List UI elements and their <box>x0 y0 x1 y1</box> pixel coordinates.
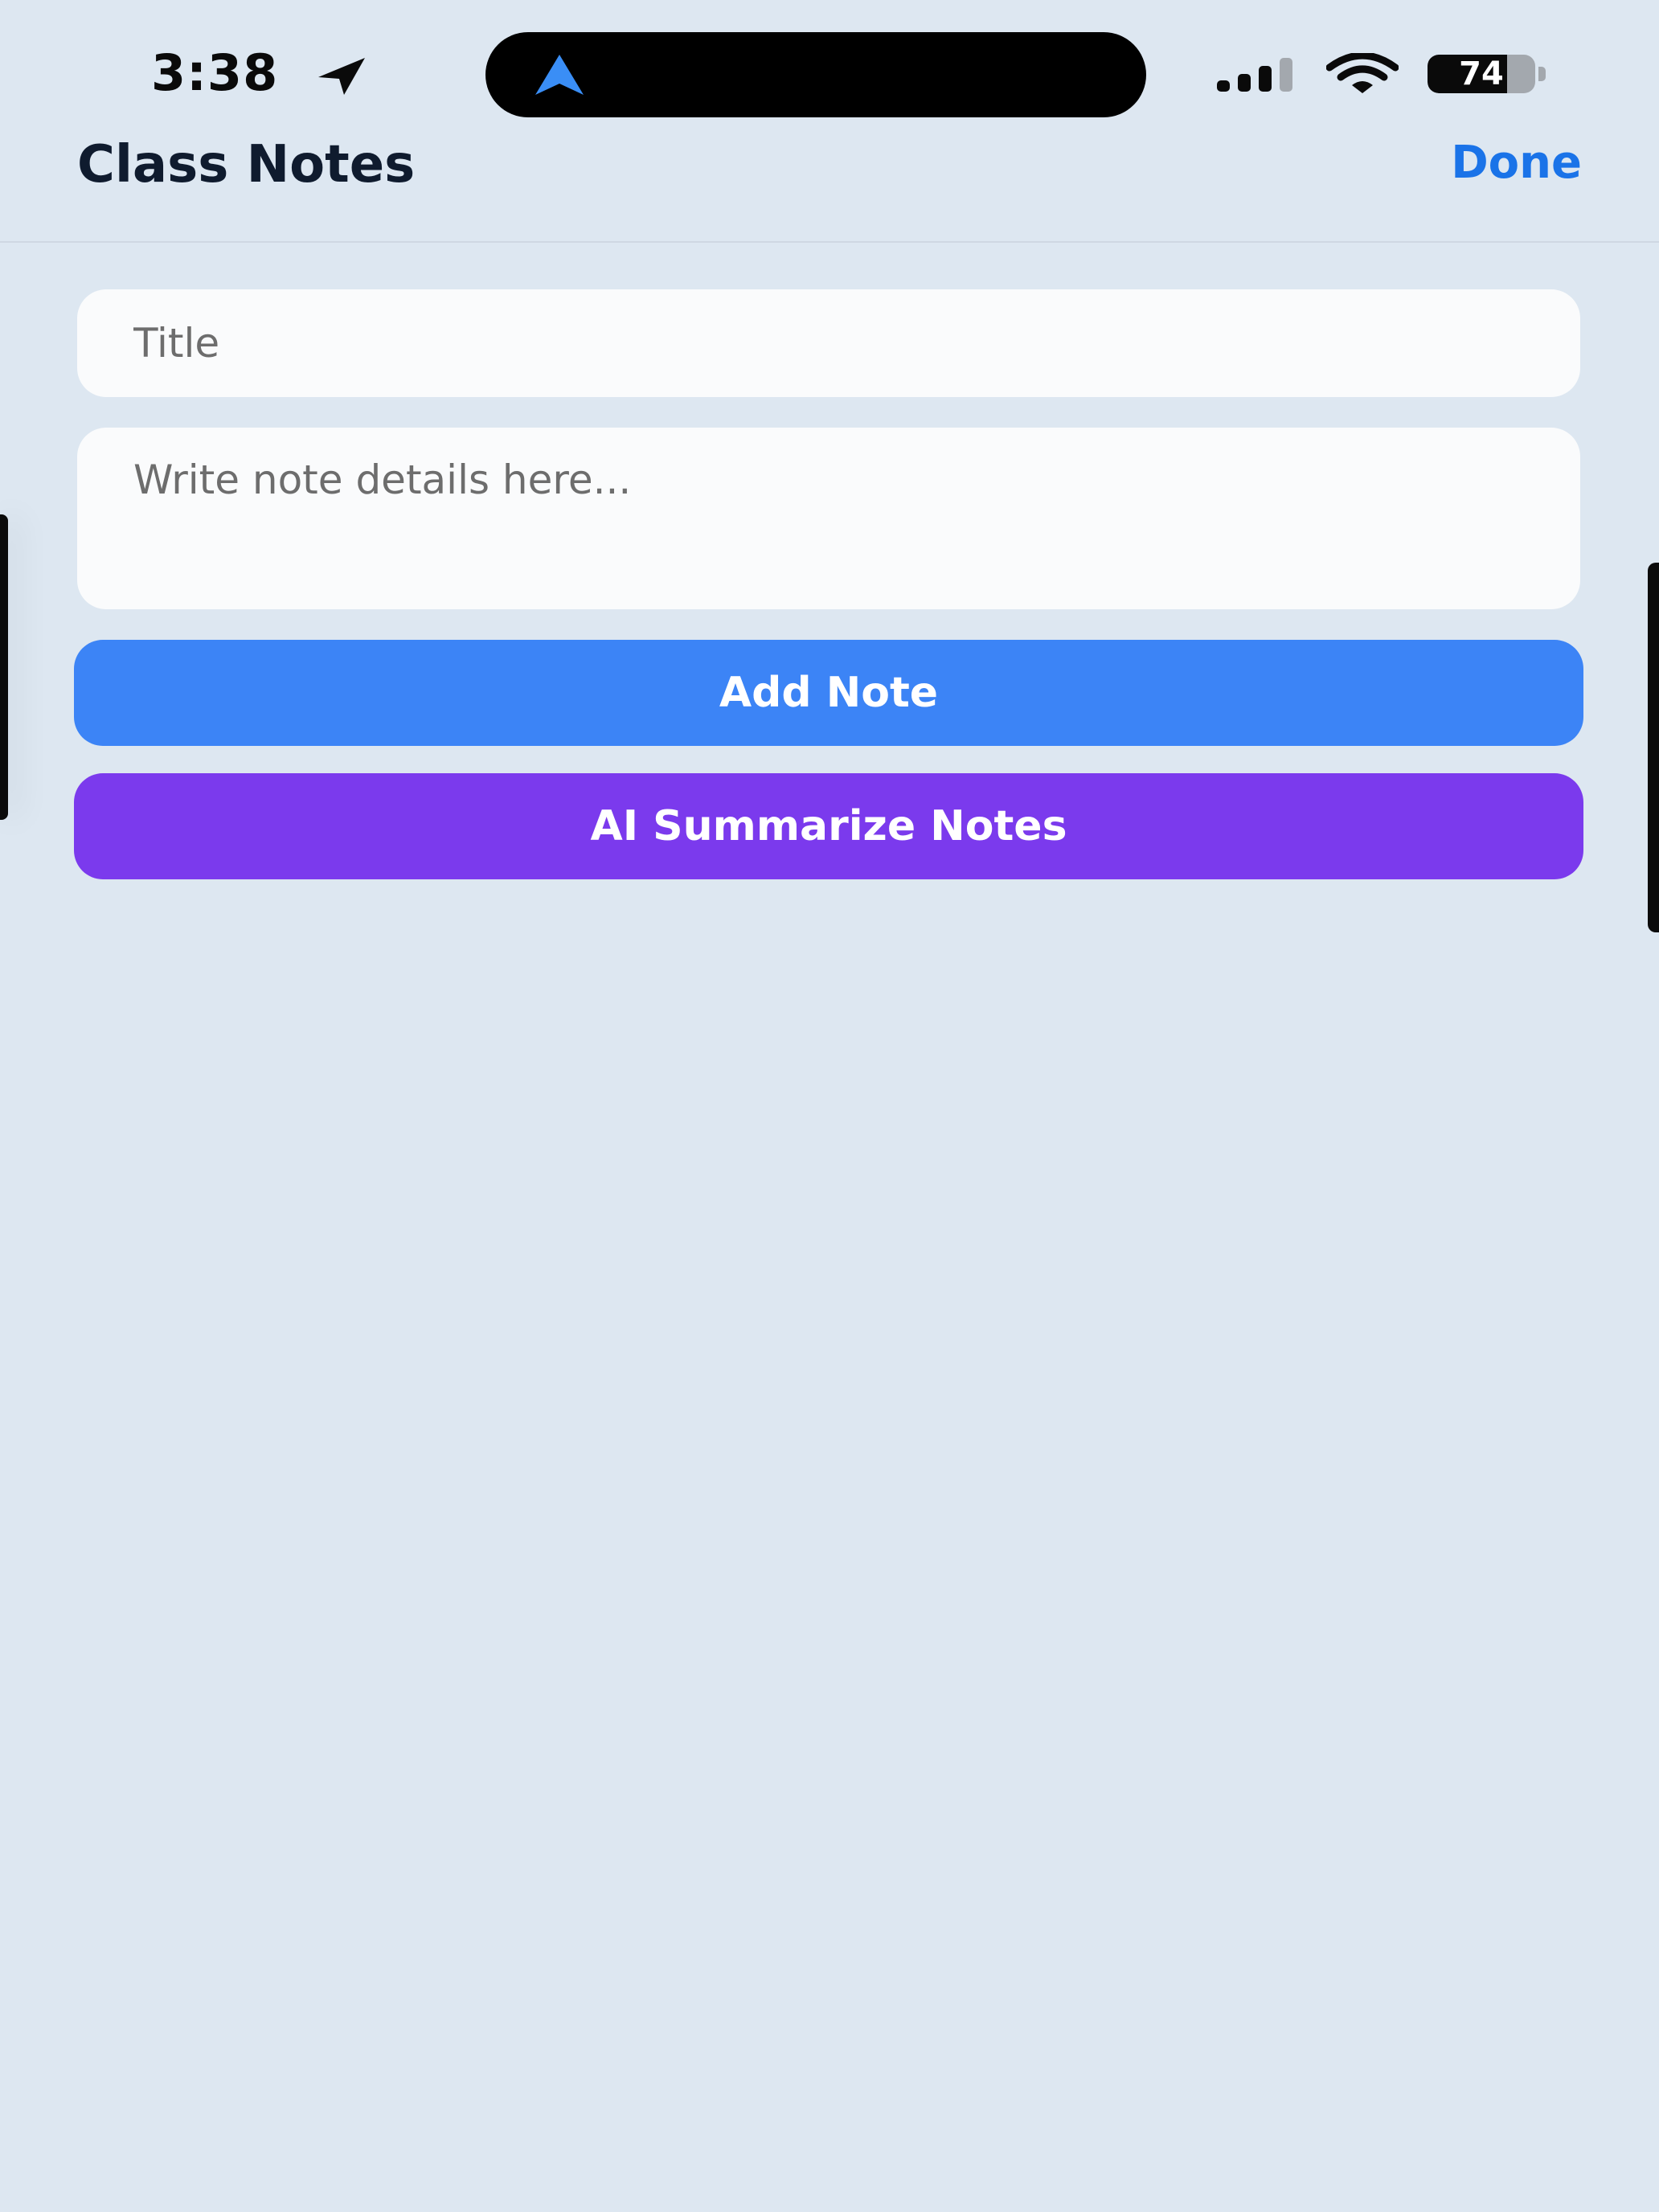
page-title: Class Notes <box>77 135 416 195</box>
battery-level: 74 <box>1459 55 1504 92</box>
location-arrow-icon <box>318 58 365 95</box>
dynamic-island <box>485 32 1146 117</box>
device-frame-right-edge <box>1648 563 1659 932</box>
battery-icon: 74 <box>1428 55 1546 95</box>
note-details-input[interactable] <box>77 428 1580 609</box>
done-button[interactable]: Done <box>1451 137 1582 189</box>
device-frame-left-edge <box>0 514 8 820</box>
add-note-button[interactable]: Add Note <box>74 640 1583 746</box>
navigation-arrow-icon <box>535 55 584 95</box>
ai-summarize-button[interactable]: AI Summarize Notes <box>74 773 1583 879</box>
navigation-bar: Class Notes Done <box>0 121 1659 243</box>
battery-body: 74 <box>1428 55 1535 93</box>
wifi-icon <box>1326 53 1399 93</box>
cellular-signal-icon <box>1217 58 1292 92</box>
status-bar: 3:38 74 <box>0 0 1659 137</box>
title-input[interactable] <box>77 289 1580 397</box>
status-time: 3:38 <box>151 43 279 102</box>
battery-cap <box>1538 67 1546 81</box>
